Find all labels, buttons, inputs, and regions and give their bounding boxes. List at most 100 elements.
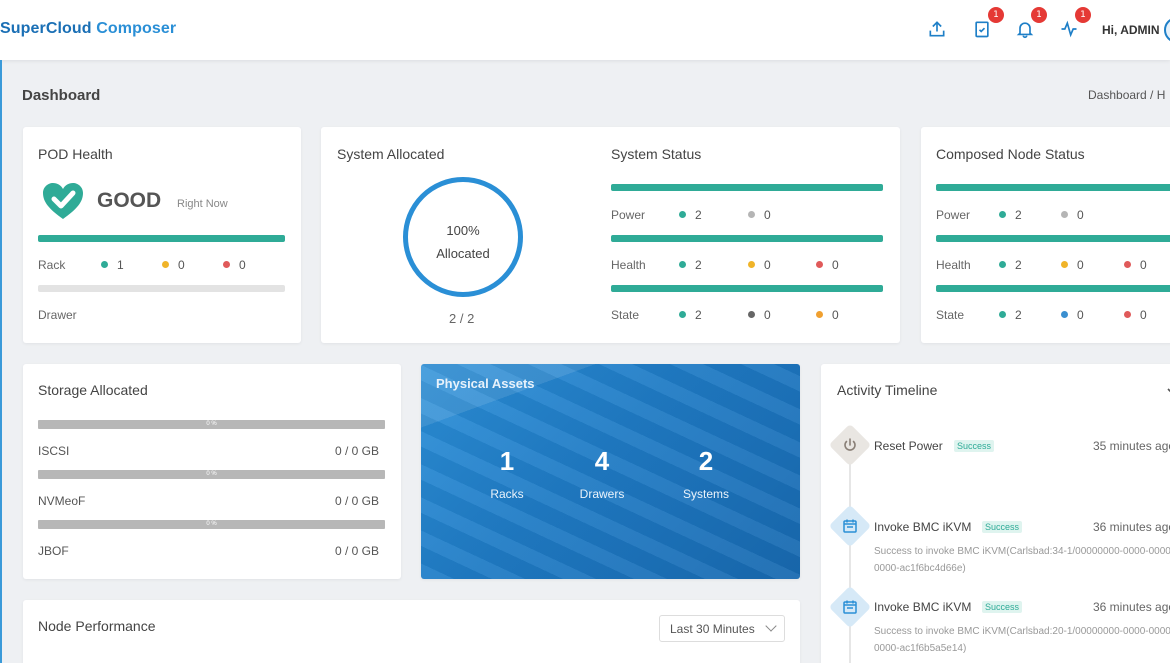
systems-label[interactable]: Systems	[666, 487, 746, 501]
node-health-critical: 0	[1124, 258, 1147, 272]
status-badge: Success	[954, 440, 995, 452]
activity-item-name: Invoke BMC iKVM	[874, 520, 972, 534]
activity-title: Activity Timeline	[837, 382, 938, 398]
green-dot-icon	[679, 311, 686, 318]
node-health-label: Health	[936, 258, 971, 272]
bell-icon[interactable]: 1	[1015, 7, 1047, 41]
activity-item-time: 36 minutes ago	[1093, 600, 1170, 614]
allocation-ring-text: 100% Allocated	[408, 219, 518, 265]
green-dot-icon	[999, 261, 1006, 268]
status-badge: Success	[982, 601, 1023, 613]
system-power-bar	[611, 184, 883, 191]
system-card: System Allocated 100% Allocated 2 / 2 Sy…	[321, 127, 900, 343]
activity-timeline-card: Activity Timeline Reset Power Success 35…	[821, 364, 1170, 663]
calendar-icon	[843, 600, 857, 614]
system-power-off: 0	[748, 208, 771, 222]
jbof-value: 0 / 0 GB	[334, 544, 379, 558]
green-dot-icon	[679, 211, 686, 218]
allocation-ratio: 2 / 2	[449, 311, 475, 326]
timeline-line	[849, 446, 851, 663]
red-dot-icon	[223, 261, 230, 268]
system-status-title: System Status	[611, 146, 702, 162]
system-health-critical: 0	[816, 258, 839, 272]
drawers-label[interactable]: Drawers	[562, 487, 642, 501]
user-greeting[interactable]: Hi, ADMIN	[1102, 23, 1160, 37]
green-dot-icon	[999, 211, 1006, 218]
system-power-label: Power	[611, 208, 646, 222]
upload-icon[interactable]	[927, 19, 949, 41]
activity-item-name: Invoke BMC iKVM	[874, 600, 972, 614]
power-icon	[844, 438, 856, 451]
composed-node-card: Composed Node Status Power 2 0 Health 2 …	[921, 127, 1170, 343]
status-badge: Success	[982, 521, 1023, 533]
iscsi-usage-bar: 0 %	[38, 420, 385, 429]
sidebar-edge	[0, 60, 2, 663]
green-dot-icon	[999, 311, 1006, 318]
node-power-bar	[936, 184, 1170, 191]
system-state-bar	[611, 285, 883, 292]
allocation-ring: 100% Allocated	[403, 177, 523, 297]
node-state-error: 0	[1124, 308, 1147, 322]
node-state-bar	[936, 285, 1170, 292]
gray-dot-icon	[1061, 211, 1068, 218]
orange-dot-icon	[816, 311, 823, 318]
pod-health-title: POD Health	[38, 146, 113, 162]
time-range-value: Last 30 Minutes	[670, 622, 755, 636]
rack-critical-count: 0	[223, 258, 246, 272]
nvmeof-label: NVMeoF	[38, 494, 86, 508]
iscsi-label: ISCSI	[38, 444, 70, 458]
racks-label[interactable]: Racks	[467, 487, 547, 501]
yellow-dot-icon	[162, 261, 169, 268]
system-health-bar	[611, 235, 883, 242]
chevron-down-icon	[765, 620, 777, 632]
red-dot-icon	[1124, 261, 1131, 268]
avatar[interactable]	[1164, 17, 1170, 43]
system-state-enabled: 2	[679, 308, 702, 322]
pod-status-note: Right Now	[177, 198, 228, 210]
rack-warning-count: 0	[162, 258, 185, 272]
time-range-select[interactable]: Last 30 Minutes	[659, 615, 785, 642]
notifications-badge: 1	[1031, 7, 1047, 23]
page-title: Dashboard	[22, 87, 101, 104]
node-performance-card: Node Performance Last 30 Minutes	[23, 600, 800, 663]
activity-icon[interactable]: 1	[1059, 7, 1091, 41]
top-bar: SuperCloud Composer 1 1 1 Hi, ADMIN	[0, 0, 1170, 60]
system-state-disabled: 0	[748, 308, 771, 322]
physical-assets-card: Physical Assets 1 Racks 4 Drawers 2 Syst…	[421, 364, 800, 579]
yellow-dot-icon	[748, 261, 755, 268]
app-logo[interactable]: SuperCloud Composer	[0, 20, 176, 38]
system-health-label: Health	[611, 258, 646, 272]
system-state-other: 0	[816, 308, 839, 322]
breadcrumb[interactable]: Dashboard / H	[1088, 88, 1165, 102]
pod-status-text: GOOD	[97, 189, 162, 212]
system-allocated-title: System Allocated	[337, 146, 445, 162]
rack-ok-count: 1	[101, 258, 124, 272]
calendar-icon	[843, 519, 857, 533]
physical-assets-title: Physical Assets	[436, 376, 535, 391]
pod-health-card: POD Health GOOD Right Now Rack 1 0 0 Dra…	[23, 127, 301, 343]
drawer-label: Drawer	[38, 308, 77, 322]
storage-title: Storage Allocated	[38, 382, 148, 398]
drawer-health-bar	[38, 285, 285, 292]
node-health-warning: 0	[1061, 258, 1084, 272]
tasks-icon[interactable]: 1	[972, 7, 1004, 41]
blue-dot-icon	[1061, 311, 1068, 318]
activity-item-description: Success to invoke BMC iKVM(Carlsbad:34-1…	[874, 546, 1170, 574]
node-performance-title: Node Performance	[38, 618, 156, 634]
node-health-bar	[936, 235, 1170, 242]
nvmeof-usage-bar: 0 %	[38, 470, 385, 479]
storage-card: Storage Allocated 0 % ISCSI 0 / 0 GB 0 %…	[23, 364, 401, 579]
racks-count[interactable]: 1	[467, 446, 547, 477]
node-state-enabled: 2	[999, 308, 1022, 322]
systems-count[interactable]: 2	[666, 446, 746, 477]
system-power-on: 2	[679, 208, 702, 222]
drawers-count[interactable]: 4	[562, 446, 642, 477]
brand-name-part2: Composer	[91, 20, 177, 37]
iscsi-value: 0 / 0 GB	[334, 444, 379, 458]
system-health-warning: 0	[748, 258, 771, 272]
activity-badge: 1	[1075, 7, 1091, 23]
node-power-on: 2	[999, 208, 1022, 222]
tasks-badge: 1	[988, 7, 1004, 23]
nvmeof-value: 0 / 0 GB	[334, 494, 379, 508]
green-dot-icon	[101, 261, 108, 268]
